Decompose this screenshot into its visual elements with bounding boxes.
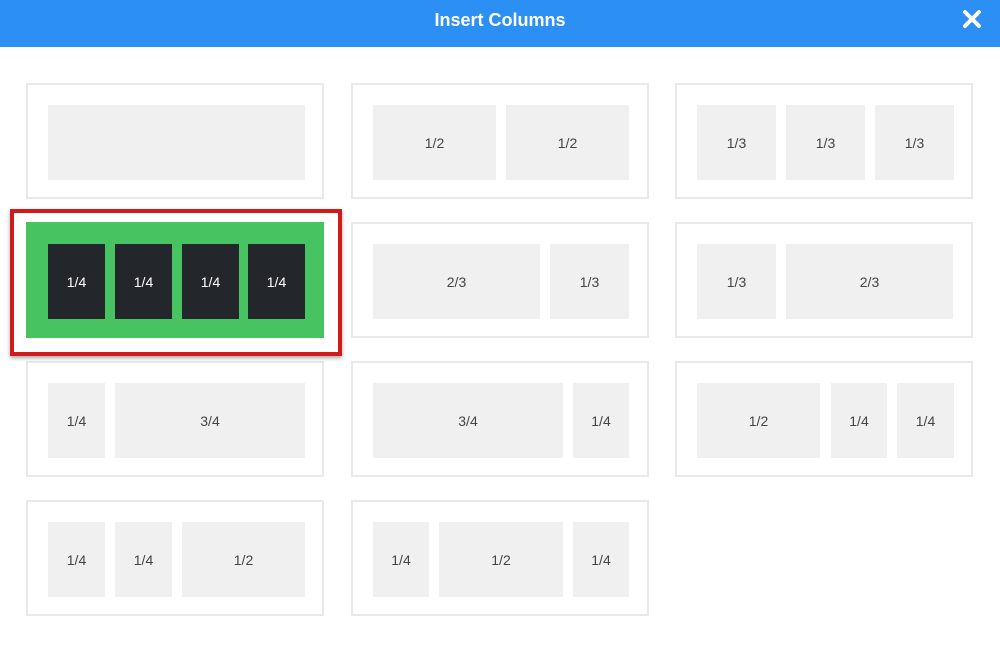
column-block: 1/4 bbox=[48, 383, 105, 458]
column-block: 1/3 bbox=[697, 105, 776, 180]
column-block: 1/2 bbox=[697, 383, 820, 458]
column-block: 1/4 bbox=[897, 383, 954, 458]
layout-option-1-4-1-2-1-4[interactable]: 1/4 1/2 1/4 bbox=[351, 500, 649, 616]
dialog-title: Insert Columns bbox=[434, 10, 566, 30]
dialog-header: Insert Columns bbox=[0, 0, 1000, 47]
column-block: 1/2 bbox=[182, 522, 305, 597]
column-block: 1/3 bbox=[697, 244, 776, 319]
column-block: 1/2 bbox=[439, 522, 563, 597]
layout-option-1-2-1-2[interactable]: 1/2 1/2 bbox=[351, 83, 649, 199]
layout-option-2-3-1-3[interactable]: 2/3 1/3 bbox=[351, 222, 649, 338]
column-block: 1/4 bbox=[573, 522, 629, 597]
column-block: 1/4 bbox=[248, 244, 305, 319]
close-icon[interactable] bbox=[960, 7, 984, 31]
column-block: 1/4 bbox=[115, 244, 172, 319]
column-block: 1/4 bbox=[115, 522, 172, 597]
column-block: 1/2 bbox=[506, 105, 629, 180]
column-block: 1/4 bbox=[373, 522, 429, 597]
column-block: 1/4 bbox=[831, 383, 887, 458]
column-block: 1/4 bbox=[573, 383, 629, 458]
layout-option-full[interactable] bbox=[26, 83, 324, 199]
column-block: 1/3 bbox=[550, 244, 629, 319]
column-block: 1/4 bbox=[48, 244, 105, 319]
column-block: 1/2 bbox=[373, 105, 496, 180]
column-block-full bbox=[48, 105, 305, 180]
column-block: 2/3 bbox=[373, 244, 540, 319]
layout-option-3-4-1-4[interactable]: 3/4 1/4 bbox=[351, 361, 649, 477]
column-block: 1/3 bbox=[786, 105, 865, 180]
layout-option-1-3-1-3-1-3[interactable]: 1/3 1/3 1/3 bbox=[675, 83, 973, 199]
layout-option-1-2-1-4-1-4[interactable]: 1/2 1/4 1/4 bbox=[675, 361, 973, 477]
column-block: 2/3 bbox=[786, 244, 953, 319]
layout-option-1-4-3-4[interactable]: 1/4 3/4 bbox=[26, 361, 324, 477]
column-block: 3/4 bbox=[373, 383, 563, 458]
layout-option-1-3-2-3[interactable]: 1/3 2/3 bbox=[675, 222, 973, 338]
column-block: 1/4 bbox=[48, 522, 105, 597]
layout-option-1-4-1-4-1-2[interactable]: 1/4 1/4 1/2 bbox=[26, 500, 324, 616]
column-block: 1/3 bbox=[875, 105, 954, 180]
column-block: 1/4 bbox=[182, 244, 239, 319]
column-block: 3/4 bbox=[115, 383, 305, 458]
layout-option-1-4x4-selected[interactable]: 1/4 1/4 1/4 1/4 bbox=[26, 222, 324, 338]
